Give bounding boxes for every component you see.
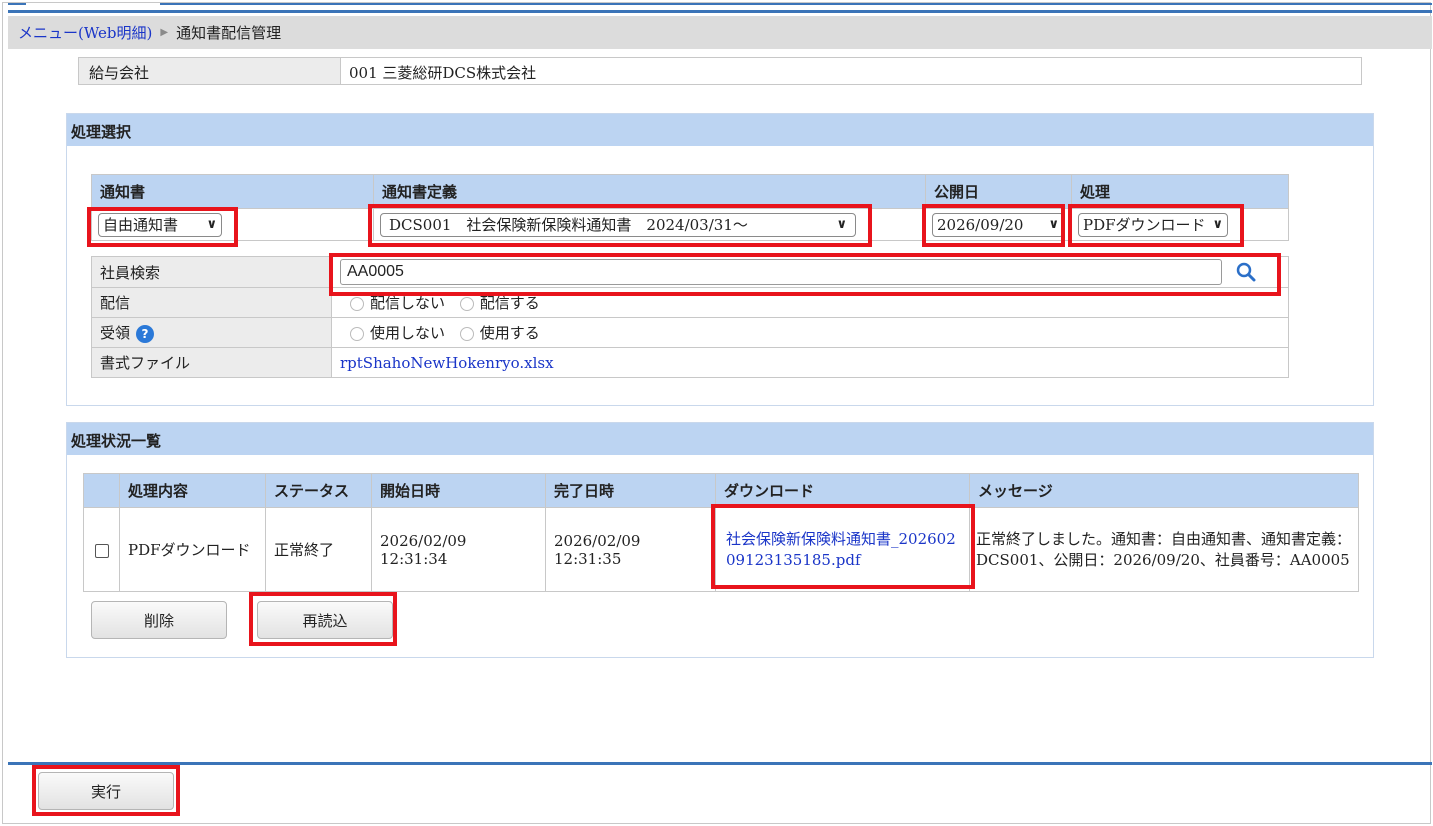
header-end: 完了日時 [545, 473, 716, 508]
format-file-label: 書式ファイル [91, 347, 332, 378]
selection-form-table: 社員検索 AA0005 配信 配信しない 配信する 受領? 使用しない 使用する… [91, 256, 1289, 378]
process-select-value: PDFダウンロード [1083, 216, 1206, 234]
delivery-opt1-label: 配信しない [370, 294, 446, 312]
employee-search-label: 社員検索 [91, 256, 332, 288]
row-message: 正常終了しました。通知書：自由通知書、通知書定義：DCS001、公開日：2026… [969, 507, 1359, 592]
breadcrumb-current: 通知書配信管理 [176, 24, 282, 42]
header-definition: 通知書定義 [373, 174, 926, 209]
company-label: 給与会社 [79, 58, 341, 84]
receipt-radio-off[interactable] [350, 327, 364, 341]
company-row: 給与会社 001 三菱総研DCS株式会社 [78, 57, 1362, 85]
delivery-opt2-label: 配信する [479, 294, 540, 312]
status-panel: 処理状況一覧 処理内容 ステータス 開始日時 完了日時 ダウンロード メッセージ… [66, 422, 1374, 658]
selection-panel: 処理選択 通知書 通知書定義 公開日 処理 自由通知書 ∨ DCS001 社会保… [66, 113, 1374, 406]
publish-date-select[interactable]: 2026/09/20 ∨ [932, 212, 1064, 237]
notice-select-value: 自由通知書 [103, 216, 179, 234]
header-message: メッセージ [969, 473, 1359, 508]
top-rule-left [8, 3, 26, 5]
receipt-opt2-label: 使用する [479, 324, 540, 342]
selection-table: 通知書 通知書定義 公開日 処理 自由通知書 ∨ DCS001 社会保険新保険料… [91, 174, 1289, 241]
definition-select-value: DCS001 社会保険新保険料通知書 2024/03/31～ [389, 216, 748, 234]
header-process: 処理 [1071, 174, 1289, 209]
chevron-down-icon: ∨ [836, 217, 847, 232]
chevron-down-icon: ∨ [1212, 217, 1223, 232]
header-checkbox [83, 473, 120, 508]
download-link[interactable]: 社会保険新保険料通知書_20260209123135185.pdf [726, 530, 956, 568]
publish-date-select-value: 2026/09/20 [937, 215, 1024, 234]
delivery-label: 配信 [91, 287, 332, 318]
header-start: 開始日時 [371, 473, 546, 508]
search-icon[interactable] [1235, 261, 1257, 283]
receipt-opt1-label: 使用しない [370, 324, 446, 342]
reload-button[interactable]: 再読込 [257, 601, 393, 639]
header-notice: 通知書 [91, 174, 374, 209]
status-table: 処理内容 ステータス 開始日時 完了日時 ダウンロード メッセージ PDFダウン… [83, 473, 1359, 592]
header-download: ダウンロード [715, 473, 970, 508]
employee-search-value: AA0005 [347, 263, 404, 280]
row-end: 2026/02/09 12:31:35 [545, 507, 716, 592]
breadcrumb-separator-icon: ▶ [160, 27, 169, 38]
employee-search-input[interactable]: AA0005 [340, 259, 1222, 285]
status-panel-title: 処理状況一覧 [67, 423, 1373, 455]
delivery-radio-off[interactable] [350, 297, 364, 311]
selection-panel-title: 処理選択 [67, 114, 1373, 146]
bottom-rule [8, 762, 1432, 765]
format-file-link[interactable]: rptShahoNewHokenryo.xlsx [340, 354, 554, 372]
receipt-label: 受領 [100, 324, 131, 342]
header-content: 処理内容 [119, 473, 266, 508]
definition-select[interactable]: DCS001 社会保険新保険料通知書 2024/03/31～ ∨ [380, 212, 856, 237]
header-publish-date: 公開日 [925, 174, 1072, 209]
breadcrumb-menu-link[interactable]: メニュー(Web明細) [18, 22, 152, 43]
execute-button[interactable]: 実行 [38, 772, 174, 810]
notice-select[interactable]: 自由通知書 ∨ [98, 212, 222, 237]
top-rule [8, 10, 1432, 13]
chevron-down-icon: ∨ [206, 217, 217, 232]
row-status: 正常終了 [265, 507, 372, 592]
delete-button[interactable]: 削除 [91, 601, 227, 639]
receipt-radio-on[interactable] [459, 327, 474, 341]
delivery-radio-on[interactable] [459, 297, 474, 311]
company-value: 001 三菱総研DCS株式会社 [349, 64, 537, 82]
row-start: 2026/02/09 12:31:34 [371, 507, 546, 592]
row-content: PDFダウンロード [119, 507, 266, 592]
top-rule-right [160, 3, 1432, 5]
process-select[interactable]: PDFダウンロード ∨ [1078, 212, 1228, 237]
receipt-label-cell: 受領? [91, 317, 332, 348]
row-checkbox[interactable] [94, 543, 109, 558]
table-row: PDFダウンロード 正常終了 2026/02/09 12:31:34 2026/… [83, 507, 1359, 592]
header-status: ステータス [265, 473, 372, 508]
breadcrumb: メニュー(Web明細) ▶ 通知書配信管理 [8, 16, 1432, 49]
chevron-down-icon: ∨ [1048, 217, 1059, 232]
help-icon[interactable]: ? [136, 325, 155, 343]
